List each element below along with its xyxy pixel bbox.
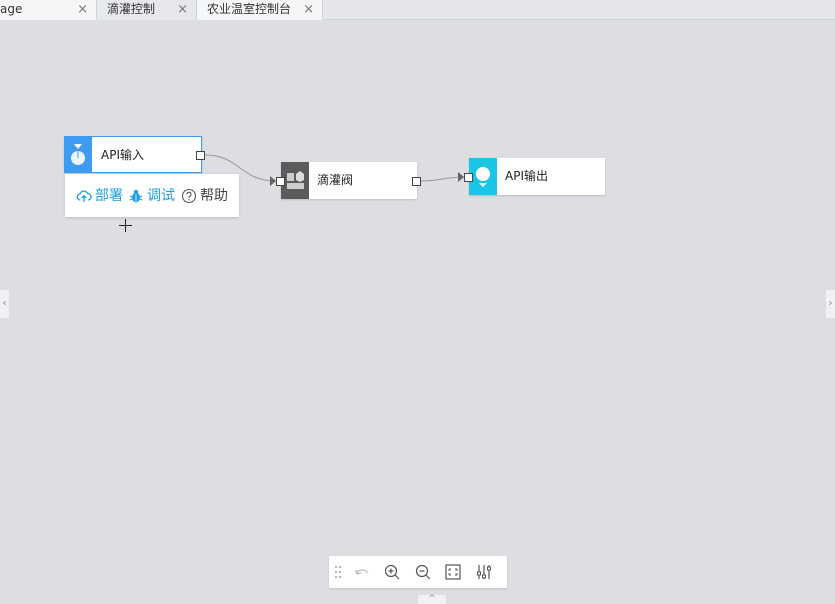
output-port[interactable] xyxy=(196,151,205,160)
node-api-input[interactable]: API输入 xyxy=(64,136,202,173)
node-label: API输出 xyxy=(505,169,548,183)
input-port[interactable] xyxy=(276,177,285,186)
zoom-out-icon[interactable] xyxy=(414,563,432,581)
settings-sliders-icon[interactable] xyxy=(475,563,493,581)
input-port[interactable] xyxy=(464,173,473,182)
help-label: 帮助 xyxy=(200,188,228,204)
tab-drip-control[interactable]: 滴灌控制 × xyxy=(97,0,197,20)
canvas-toolbar xyxy=(329,556,507,588)
node-api-output[interactable]: API输出 xyxy=(469,158,605,195)
fit-view-icon[interactable] xyxy=(444,563,462,581)
bug-icon xyxy=(129,189,143,203)
undo-icon[interactable] xyxy=(353,563,371,581)
node-drip-valve[interactable]: 滴灌阀 xyxy=(281,162,417,199)
api-input-icon xyxy=(64,136,92,173)
node-label: API输入 xyxy=(101,148,144,162)
valve-blocks-icon xyxy=(281,162,309,199)
node-label: 滴灌阀 xyxy=(317,173,354,187)
tab-close-icon[interactable]: × xyxy=(303,0,314,19)
cloud-upload-icon xyxy=(76,190,92,202)
tab-label: 滴灌控制 xyxy=(107,2,156,16)
drag-handle-icon[interactable] xyxy=(333,563,343,581)
crosshair-cursor-icon xyxy=(119,219,132,232)
tab-greenhouse-console[interactable]: 农业温室控制台 × xyxy=(197,0,323,20)
deploy-label: 部署 xyxy=(95,188,123,204)
tab-close-icon[interactable]: × xyxy=(77,0,88,19)
left-panel-toggle[interactable]: ‹ xyxy=(0,290,9,318)
output-port[interactable] xyxy=(412,177,421,186)
zoom-in-icon[interactable] xyxy=(383,563,401,581)
bottom-panel-toggle[interactable]: ^ xyxy=(418,595,446,604)
tab-close-icon[interactable]: × xyxy=(177,0,188,19)
tab-label: age xyxy=(0,2,23,16)
flow-canvas[interactable] xyxy=(0,21,835,604)
question-circle-icon xyxy=(181,188,197,204)
api-output-icon xyxy=(469,158,497,195)
tab-age[interactable]: age × xyxy=(0,0,97,20)
node-action-menu: 部署 调试 帮助 xyxy=(65,174,239,217)
debug-label: 调试 xyxy=(147,188,175,204)
right-panel-toggle[interactable]: › xyxy=(826,290,835,318)
tab-label: 农业温室控制台 xyxy=(207,2,292,16)
tab-bar: age × 滴灌控制 × 农业温室控制台 × xyxy=(0,0,835,20)
